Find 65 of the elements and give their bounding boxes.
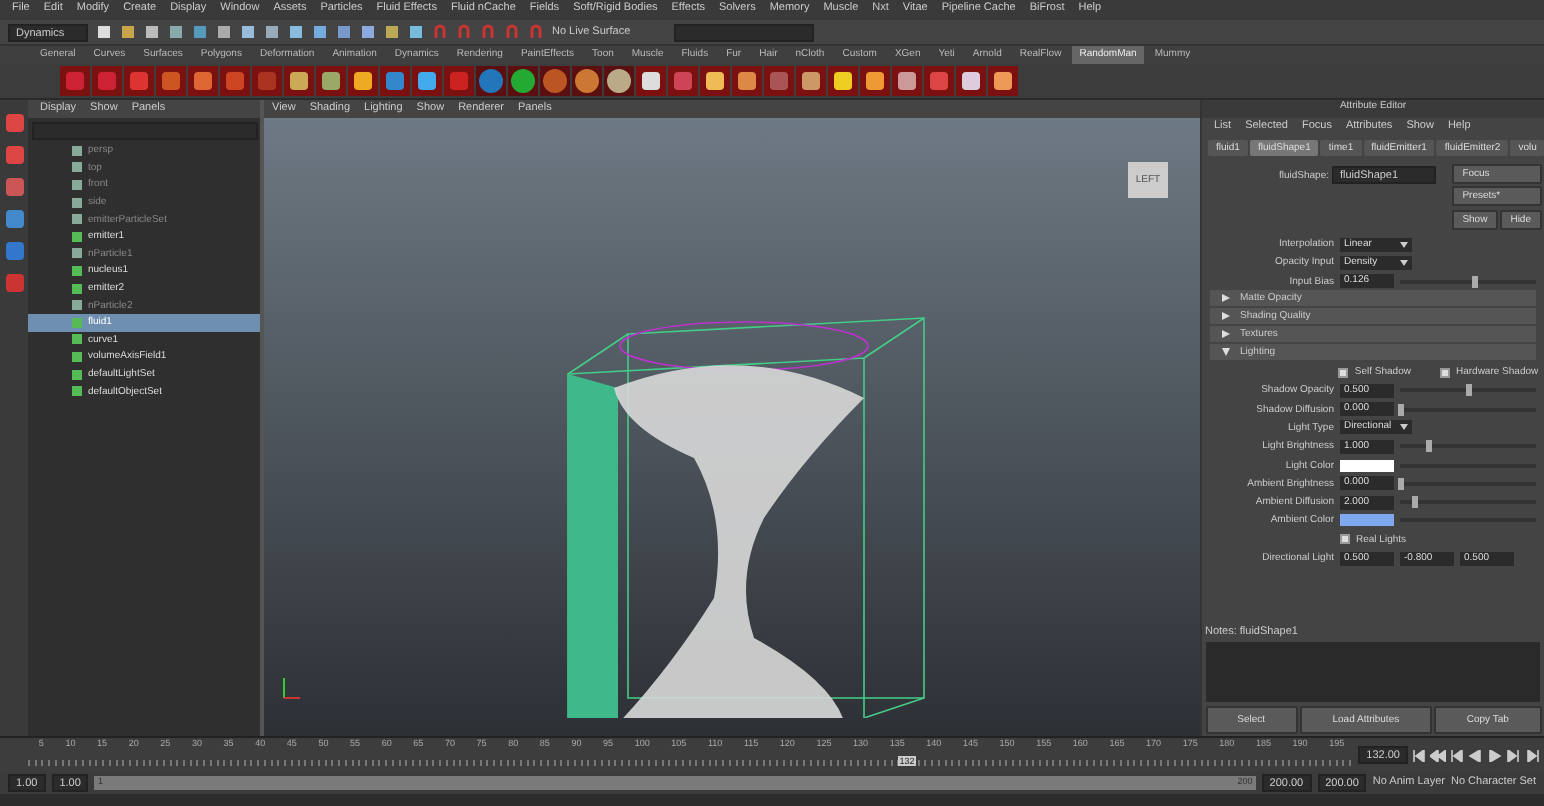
caret-icon bbox=[1400, 424, 1408, 431]
node-icon bbox=[72, 248, 82, 259]
tool-icon[interactable] bbox=[3, 112, 25, 134]
shelf-tool-icon[interactable] bbox=[636, 66, 666, 96]
tool-icon[interactable] bbox=[3, 176, 25, 198]
tool-icon[interactable] bbox=[3, 272, 25, 294]
shelf-tool-icon[interactable] bbox=[988, 66, 1018, 96]
shelf-tool-icon[interactable] bbox=[700, 66, 730, 96]
node-icon bbox=[72, 162, 82, 173]
expand-triangle-icon[interactable] bbox=[1222, 312, 1230, 321]
color-swatch[interactable] bbox=[1340, 514, 1394, 527]
outliner-filter-field[interactable] bbox=[31, 121, 257, 139]
shelf-tool-icon[interactable] bbox=[508, 66, 538, 96]
caret-icon bbox=[1400, 241, 1408, 248]
expand-triangle-icon[interactable] bbox=[1222, 294, 1230, 303]
shelf-tool-icon[interactable] bbox=[860, 66, 890, 96]
shelf-tool-icon[interactable] bbox=[316, 66, 346, 96]
node-icon bbox=[72, 145, 82, 156]
slider-thumb[interactable] bbox=[1398, 477, 1404, 490]
slider-thumb[interactable] bbox=[1466, 384, 1472, 397]
playback-control-icon[interactable] bbox=[1449, 749, 1465, 761]
node-icon bbox=[72, 283, 82, 294]
slider-thumb[interactable] bbox=[1411, 496, 1418, 509]
slider-thumb[interactable] bbox=[1398, 403, 1404, 416]
axis-icon bbox=[283, 677, 301, 699]
node-icon bbox=[72, 369, 82, 380]
checkbox[interactable] bbox=[1340, 534, 1350, 545]
shelf-tool-icon[interactable] bbox=[412, 66, 442, 96]
tool-icon[interactable] bbox=[3, 208, 25, 230]
shelf-tool-icon[interactable] bbox=[956, 66, 986, 96]
shelf-tool-icon[interactable] bbox=[284, 66, 314, 96]
tool-icon[interactable] bbox=[3, 240, 25, 262]
checkbox[interactable] bbox=[1440, 367, 1450, 378]
range-slider-bar[interactable] bbox=[94, 776, 1256, 790]
shelf-tool-icon[interactable] bbox=[348, 66, 378, 96]
shelf-tool-icon[interactable] bbox=[892, 66, 922, 96]
shelf-tool-icon[interactable] bbox=[828, 66, 858, 96]
shelf-tool-icon[interactable] bbox=[604, 66, 634, 96]
shelf-tool-icon[interactable] bbox=[796, 66, 826, 96]
node-icon bbox=[72, 214, 82, 225]
checkbox[interactable] bbox=[1338, 367, 1349, 378]
node-icon bbox=[72, 300, 82, 311]
playback-control-icon[interactable] bbox=[1506, 749, 1522, 761]
playback-control-icon[interactable] bbox=[1430, 749, 1446, 761]
node-icon bbox=[72, 197, 82, 208]
shelf-tool-icon[interactable] bbox=[572, 66, 602, 96]
slider-thumb[interactable] bbox=[1472, 275, 1479, 288]
caret-icon bbox=[1400, 259, 1408, 266]
color-swatch[interactable] bbox=[1340, 459, 1394, 472]
node-icon bbox=[72, 386, 82, 397]
node-icon bbox=[72, 317, 82, 328]
node-icon bbox=[72, 231, 82, 242]
notes-field[interactable] bbox=[1206, 642, 1540, 702]
node-icon bbox=[72, 334, 82, 345]
playback-control-icon[interactable] bbox=[1525, 749, 1541, 761]
shelf-tool-icon[interactable] bbox=[732, 66, 762, 96]
expand-triangle-icon[interactable] bbox=[1222, 330, 1230, 339]
node-icon bbox=[72, 265, 82, 276]
playback-control-icon[interactable] bbox=[1411, 749, 1427, 761]
expand-triangle-icon[interactable] bbox=[1222, 348, 1230, 357]
command-field[interactable] bbox=[674, 23, 815, 41]
slider-thumb[interactable] bbox=[1425, 440, 1432, 453]
node-icon bbox=[72, 351, 82, 362]
tool-icon[interactable] bbox=[3, 144, 25, 166]
node-icon bbox=[72, 179, 82, 190]
